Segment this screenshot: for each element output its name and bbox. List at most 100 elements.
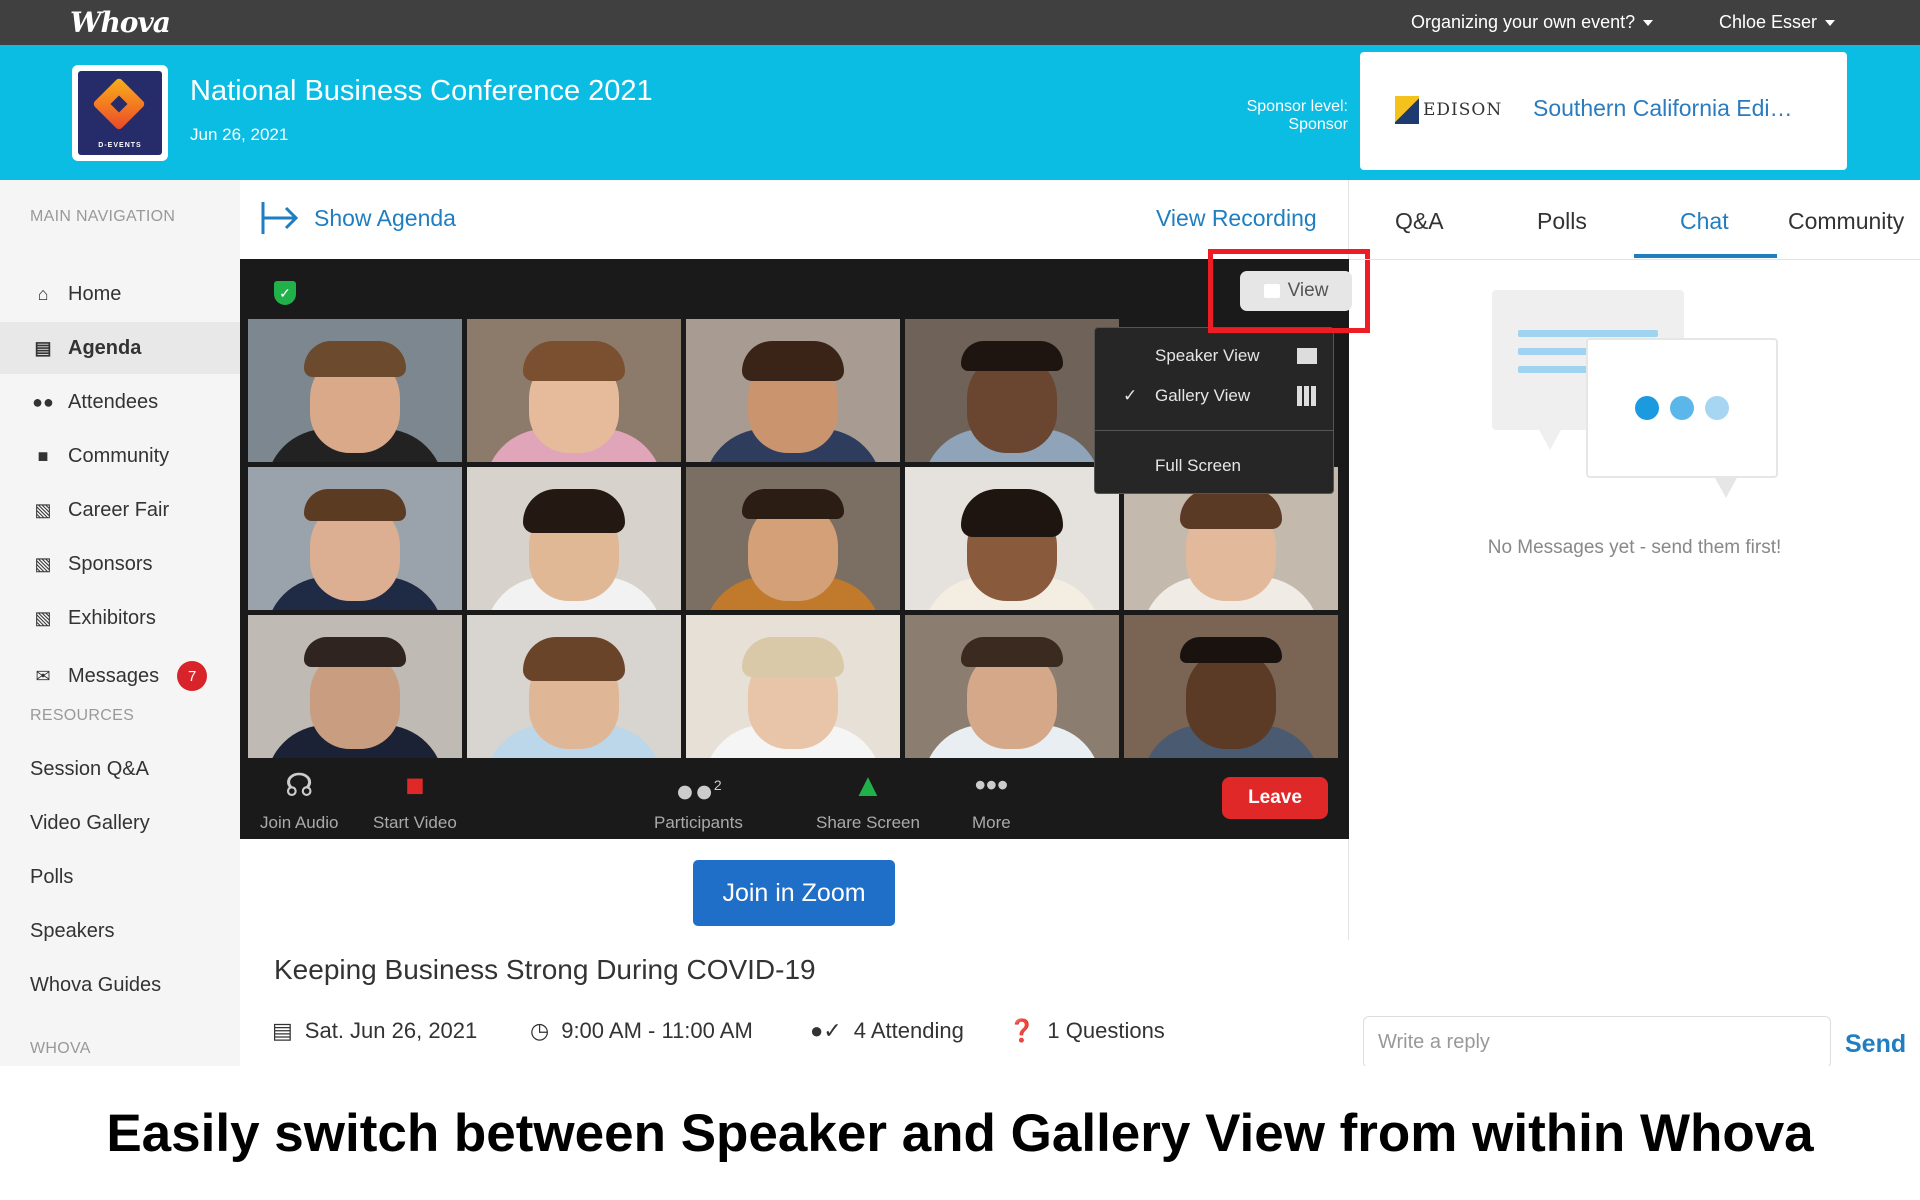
main-navigation-heading: MAIN NAVIGATION <box>30 208 176 225</box>
sidebar-item-career-fair[interactable]: ▧ Career Fair <box>0 484 240 536</box>
full-screen-label: Full Screen <box>1155 456 1241 475</box>
speaker-view-label: Speaker View <box>1155 346 1260 365</box>
questions-count[interactable]: ❓ 1 Questions <box>1008 1018 1165 1044</box>
sponsor-name-link[interactable]: Southern California Edi… <box>1533 95 1793 122</box>
tab-chat[interactable]: Chat <box>1680 208 1729 235</box>
more-button[interactable]: ••• More <box>972 765 1011 833</box>
organizing-event-dropdown[interactable]: Organizing your own event? <box>1411 12 1654 33</box>
start-video-button[interactable]: ■ Start Video <box>373 765 457 833</box>
sidebar-item-agenda[interactable]: ▤ Agenda <box>0 322 240 374</box>
top-bar: Whova Organizing your own event? Chloe E… <box>0 0 1920 45</box>
join-audio-button[interactable]: ☊ Join Audio <box>260 765 338 833</box>
video-tile[interactable] <box>686 319 900 462</box>
view-recording-link[interactable]: View Recording <box>1156 205 1317 232</box>
reply-input[interactable] <box>1363 1016 1831 1068</box>
session-title: Keeping Business Strong During COVID-19 <box>274 954 816 985</box>
sponsor-level: Sponsor level: Sponsor <box>1247 98 1348 134</box>
video-tile[interactable] <box>248 615 462 758</box>
active-tab-indicator <box>1634 254 1777 258</box>
expand-right-icon <box>261 202 299 234</box>
sidebar-item-video-gallery[interactable]: Video Gallery <box>30 812 150 835</box>
sidebar-item-messages[interactable]: ✉ Messages 7 <box>0 650 240 702</box>
user-name: Chloe Esser <box>1719 12 1818 32</box>
chevron-down-icon <box>1825 19 1836 26</box>
sidebar-item-whova-guides[interactable]: Whova Guides <box>30 974 161 997</box>
sidebar-item-community[interactable]: ■ Community <box>0 430 240 482</box>
zoom-meeting-window: ✓ View Speaker View ✓ Gallery View Full … <box>240 259 1352 839</box>
join-in-zoom-button[interactable]: Join in Zoom <box>693 860 895 926</box>
video-tile[interactable] <box>905 467 1119 610</box>
sidebar-item-label: Agenda <box>68 336 142 359</box>
sponsor-card[interactable]: EDISON Southern California Edi… <box>1360 52 1847 170</box>
more-dots-icon: ••• <box>974 767 1009 803</box>
video-tile[interactable] <box>686 615 900 758</box>
video-tile[interactable] <box>1124 615 1338 758</box>
sponsor-logo-text: EDISON <box>1423 100 1503 120</box>
headphones-icon: ☊ <box>285 767 314 803</box>
envelope-icon: ✉ <box>35 665 51 686</box>
sidebar-item-attendees[interactable]: ●● Attendees <box>0 376 240 428</box>
participant-count: 2 <box>713 777 722 793</box>
question-circle-icon: ❓ <box>1008 1018 1036 1043</box>
user-menu-dropdown[interactable]: Chloe Esser <box>1719 12 1836 33</box>
video-off-icon: ■ <box>405 767 425 803</box>
user-check-icon: ●✓ <box>810 1018 842 1043</box>
sidebar-item-label: Sponsors <box>68 552 153 575</box>
sponsor-level-label: Sponsor level: <box>1246 98 1348 115</box>
sidebar-item-polls[interactable]: Polls <box>30 866 73 889</box>
highlight-box <box>1208 249 1370 333</box>
share-screen-button[interactable]: ▲ Share Screen <box>816 765 920 833</box>
zoom-toolbar: ☊ Join Audio ■ Start Video ●●2 Participa… <box>240 759 1349 839</box>
chevron-down-icon <box>1643 19 1654 26</box>
video-tile[interactable] <box>686 467 900 610</box>
event-title: National Business Conference 2021 <box>190 75 653 107</box>
whova-logo[interactable]: Whova <box>70 6 171 39</box>
sidebar-item-label: Messages <box>68 664 160 687</box>
session-time-text: 9:00 AM - 11:00 AM <box>561 1018 753 1043</box>
sidebar-item-label: Career Fair <box>68 498 170 521</box>
session-date-text: Sat. Jun 26, 2021 <box>304 1018 478 1043</box>
participants-button[interactable]: ●●2 Participants <box>654 765 743 833</box>
more-label: More <box>972 813 1011 832</box>
tab-polls[interactable]: Polls <box>1537 208 1587 235</box>
session-time: ◷ 9:00 AM - 11:00 AM <box>530 1018 753 1044</box>
edison-logo-icon <box>1395 96 1419 124</box>
sidebar-item-session-qa[interactable]: Session Q&A <box>30 758 149 781</box>
building-icon: ▧ <box>34 499 52 520</box>
view-options-menu: Speaker View ✓ Gallery View Full Screen <box>1094 327 1334 494</box>
no-messages-text: No Messages yet - send them first! <box>1487 537 1782 558</box>
video-tile[interactable] <box>467 615 681 758</box>
sidebar-item-speakers[interactable]: Speakers <box>30 920 115 943</box>
session-date: ▤ Sat. Jun 26, 2021 <box>272 1018 477 1044</box>
sidebar-item-home[interactable]: ⌂ Home <box>0 268 240 320</box>
video-tile[interactable] <box>467 319 681 462</box>
sidebar-item-exhibitors[interactable]: ▧ Exhibitors <box>0 592 240 644</box>
security-shield-icon[interactable]: ✓ <box>274 281 296 305</box>
sidebar-item-label: Home <box>68 282 122 305</box>
send-button[interactable]: Send <box>1845 1030 1906 1059</box>
checkmark-icon: ✓ <box>1123 386 1138 405</box>
menu-divider <box>1095 430 1333 431</box>
menu-item-gallery-view[interactable]: ✓ Gallery View <box>1095 376 1333 416</box>
home-icon: ⌂ <box>37 283 49 304</box>
share-screen-label: Share Screen <box>816 813 920 832</box>
show-agenda-link[interactable]: Show Agenda <box>260 200 456 236</box>
calendar-icon: ▤ <box>34 337 52 358</box>
tab-community[interactable]: Community <box>1788 208 1904 235</box>
sidebar-item-sponsors[interactable]: ▧ Sponsors <box>0 538 240 590</box>
start-video-label: Start Video <box>373 813 457 832</box>
participants-icon: ●●2 <box>675 772 722 809</box>
tab-qa[interactable]: Q&A <box>1395 208 1444 235</box>
menu-item-speaker-view[interactable]: Speaker View <box>1095 336 1333 376</box>
video-tile[interactable] <box>905 615 1119 758</box>
video-tile[interactable] <box>248 467 462 610</box>
leave-button[interactable]: Leave <box>1222 777 1328 819</box>
attending-text: 4 Attending <box>853 1018 964 1043</box>
menu-item-full-screen[interactable]: Full Screen <box>1095 446 1333 486</box>
gallery-view-label: Gallery View <box>1155 386 1251 405</box>
video-tile[interactable] <box>905 319 1119 462</box>
attending-count[interactable]: ●✓ 4 Attending <box>810 1018 964 1044</box>
join-audio-label: Join Audio <box>260 813 339 832</box>
video-tile[interactable] <box>248 319 462 462</box>
video-tile[interactable] <box>467 467 681 610</box>
